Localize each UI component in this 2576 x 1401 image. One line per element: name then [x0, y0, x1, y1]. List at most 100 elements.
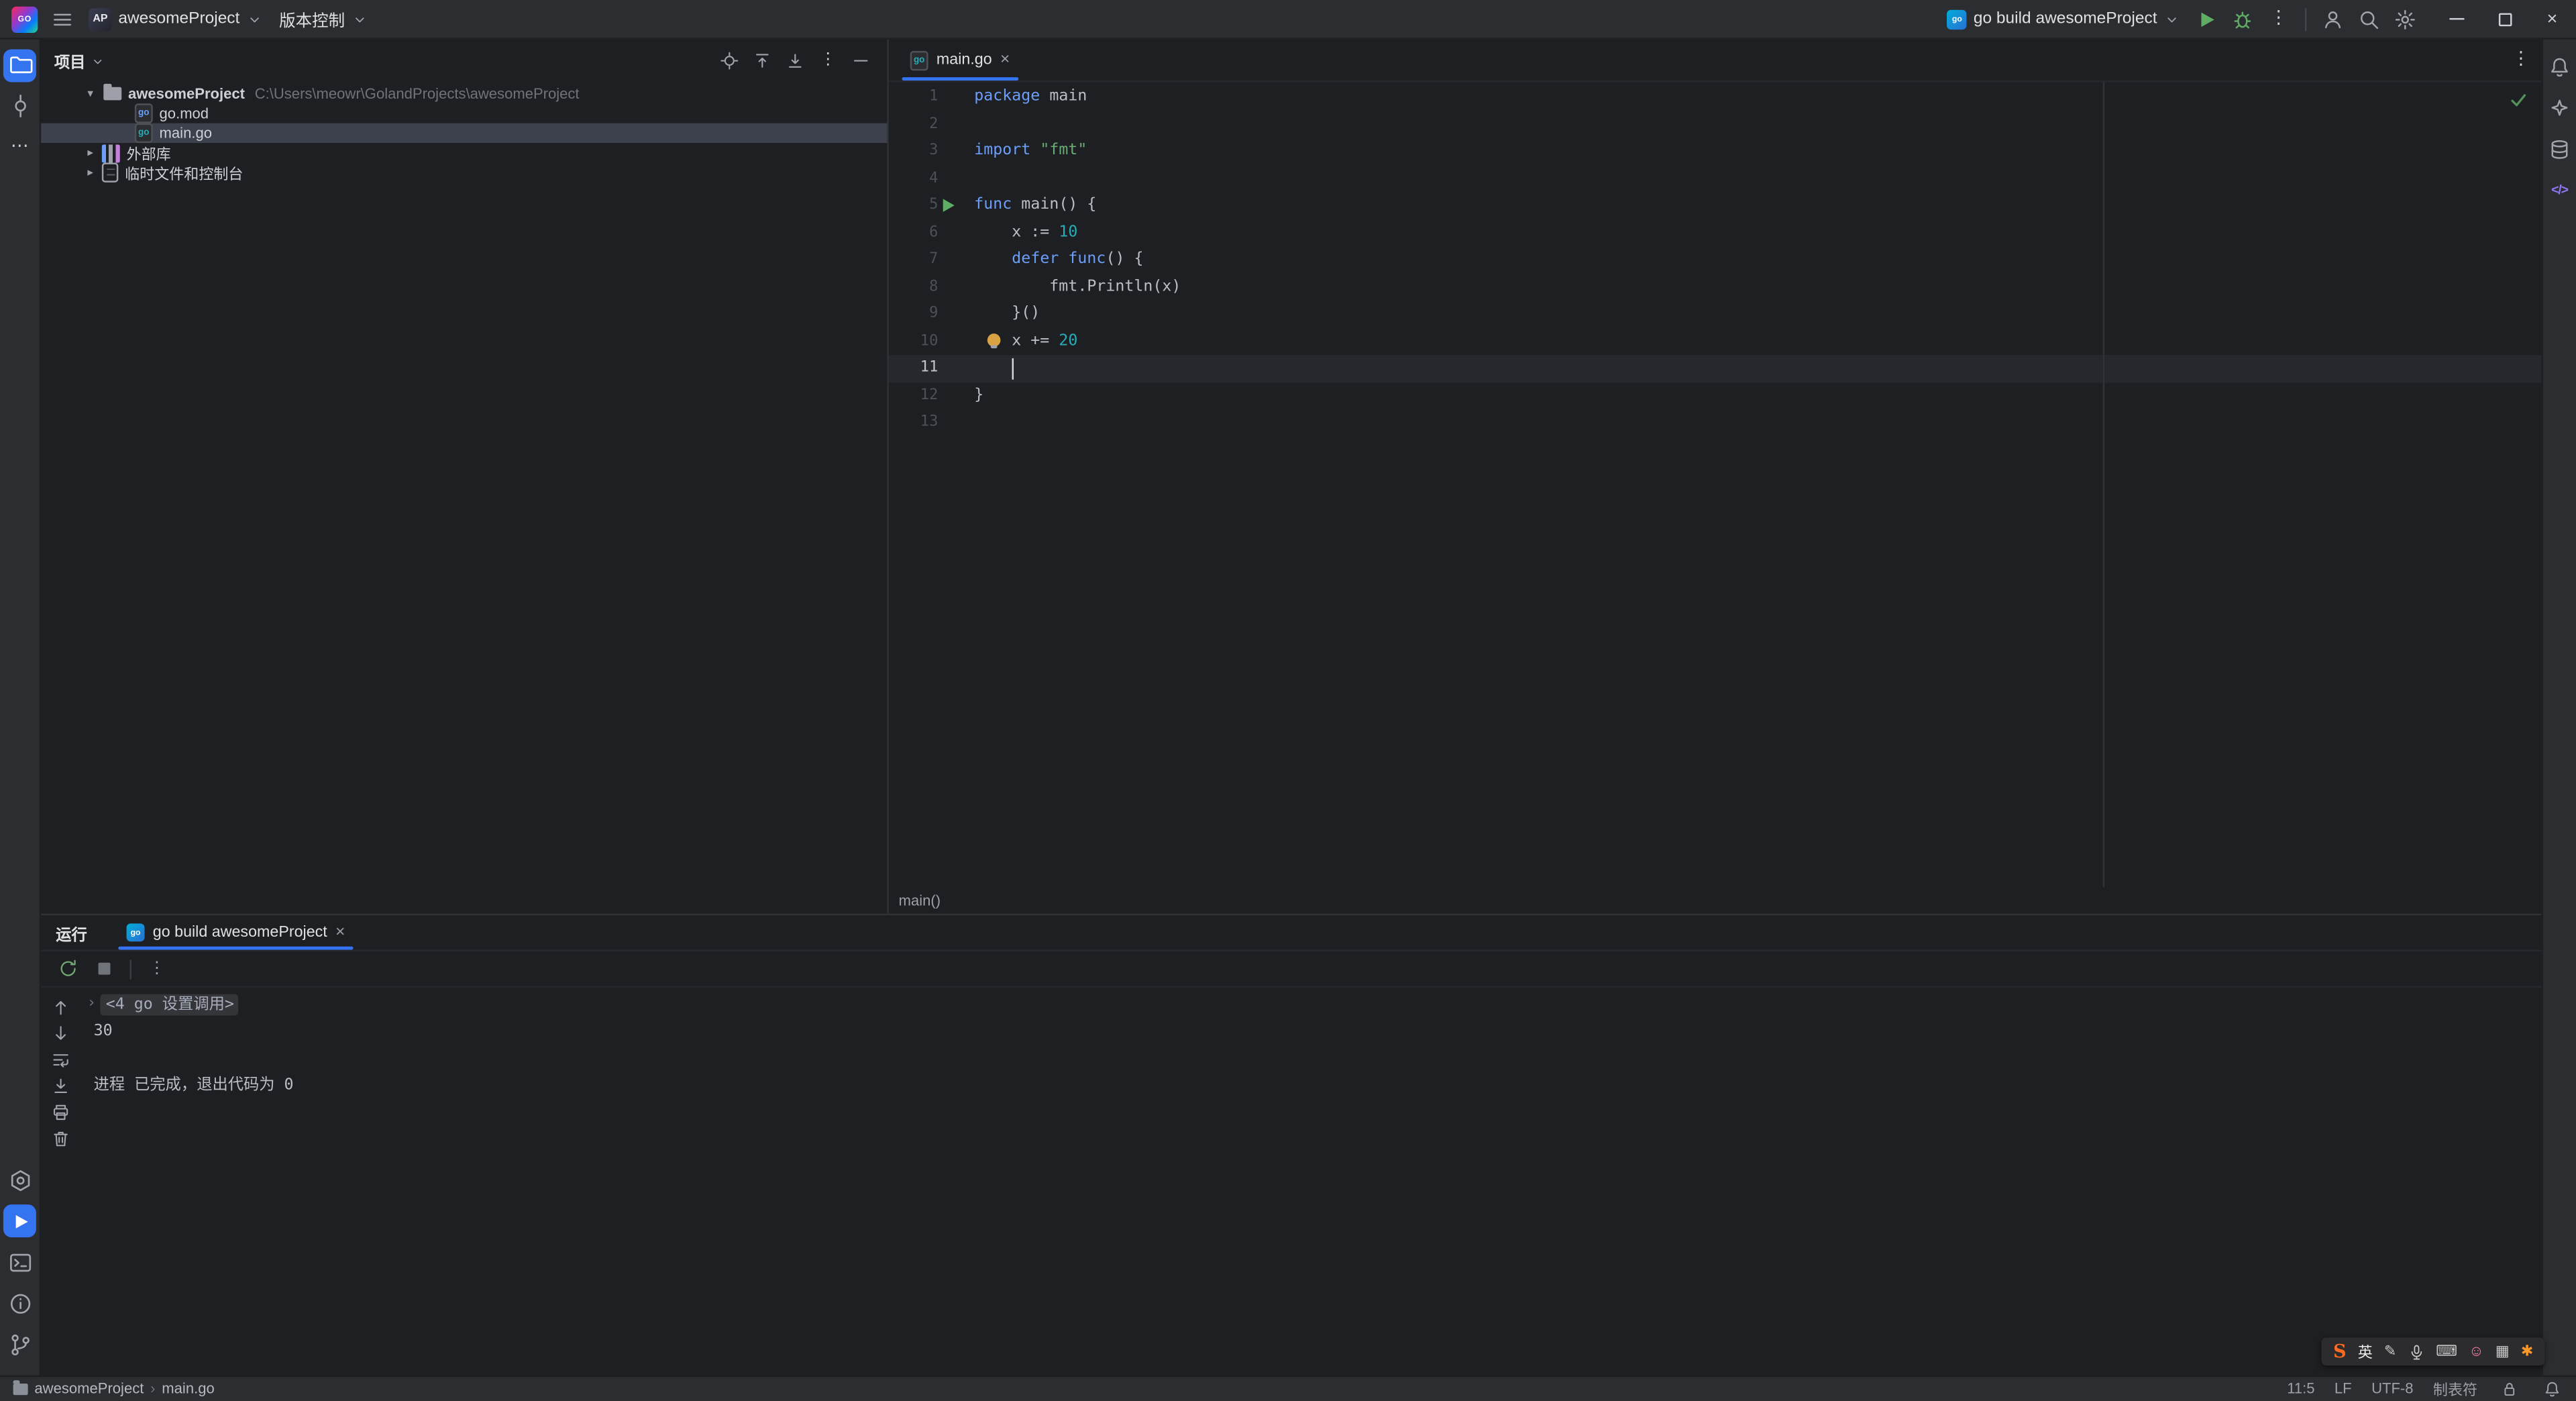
more-actions-button[interactable]: ⋮ — [2261, 3, 2297, 36]
prev-occurrence-button[interactable] — [48, 994, 74, 1019]
print-button[interactable] — [48, 1099, 74, 1124]
gutter-line[interactable]: 11 — [889, 355, 974, 382]
notifications-button[interactable] — [2540, 1377, 2563, 1400]
run-gutter-icon[interactable] — [943, 199, 955, 213]
maximize-button[interactable] — [2481, 0, 2528, 38]
breadcrumb-item[interactable]: main() — [899, 892, 941, 909]
code-line[interactable] — [974, 409, 2541, 436]
gutter-line[interactable]: 5 — [889, 193, 974, 219]
code-line[interactable]: } — [974, 382, 2541, 409]
tool-stripe-endpoints-button[interactable]: </> — [2543, 173, 2576, 206]
code-line[interactable]: fmt.Println(x) — [974, 274, 2541, 301]
expand-all-button[interactable] — [782, 48, 808, 74]
tool-stripe-services-button[interactable] — [3, 1163, 36, 1196]
gutter-line[interactable]: 4 — [889, 165, 974, 192]
scroll-to-end-button[interactable] — [48, 1073, 74, 1098]
console-more-button[interactable]: ⋮ — [143, 955, 171, 983]
line-separator-widget[interactable]: LF — [2334, 1380, 2352, 1396]
status-breadcrumb-project[interactable]: awesomeProject — [34, 1380, 144, 1396]
editor-tab-main-go[interactable]: go main.go × — [897, 40, 1023, 81]
run-config-selector[interactable]: go go build awesomeProject — [1939, 3, 2188, 36]
gutter-line[interactable]: 12 — [889, 382, 974, 409]
gutter-line[interactable]: 2 — [889, 111, 974, 138]
search-everywhere-button[interactable] — [2351, 3, 2387, 36]
code-line[interactable] — [974, 165, 2541, 192]
tool-stripe-project-button[interactable] — [3, 48, 36, 82]
settings-button[interactable] — [2387, 3, 2423, 36]
run-tab-go-build[interactable]: go go build awesomeProject × — [113, 915, 358, 950]
debug-button[interactable] — [2224, 3, 2261, 36]
collapse-all-button[interactable] — [749, 48, 775, 74]
code-line[interactable] — [974, 355, 2541, 382]
main-menu-button[interactable] — [44, 3, 80, 36]
gutter-line[interactable]: 3 — [889, 138, 974, 165]
tree-item-go.mod[interactable]: go go.mod — [41, 103, 887, 123]
gutter-line[interactable]: 6 — [889, 219, 974, 246]
tab-options-icon[interactable]: ⋮ — [2512, 50, 2530, 69]
code-editor[interactable]: 1 2 3 4 5 6 7 8 9 10 11 12 13 package main import "f… — [888, 82, 2542, 888]
project-panel-title[interactable]: 项目 — [54, 49, 105, 72]
panel-options-button[interactable]: ⋮ — [815, 48, 841, 74]
chevron-right-icon[interactable]: ▸ — [84, 146, 97, 159]
readonly-toggle[interactable] — [2497, 1377, 2520, 1400]
gutter-line[interactable]: 13 — [889, 409, 974, 436]
caret-position-widget[interactable]: 11:5 — [2287, 1380, 2314, 1396]
close-tab-icon[interactable]: × — [1000, 51, 1010, 68]
code-line[interactable] — [974, 111, 2541, 138]
gutter-line[interactable]: 8 — [889, 274, 974, 301]
hide-panel-button[interactable] — [848, 48, 874, 74]
user-account-button[interactable] — [2315, 3, 2351, 36]
tool-stripe-run-button[interactable] — [3, 1204, 36, 1238]
code-line[interactable]: import "fmt" — [974, 138, 2541, 165]
gutter-line[interactable]: 9 — [889, 301, 974, 327]
rerun-button[interactable] — [54, 955, 83, 983]
status-breadcrumb-file[interactable]: main.go — [162, 1380, 214, 1396]
tool-stripe-problems-button[interactable] — [3, 1287, 36, 1320]
code-line[interactable]: defer func() { — [974, 246, 2541, 273]
clear-all-button[interactable] — [48, 1126, 74, 1151]
tree-item-临时文件和控制台[interactable]: ▸ 临时文件和控制台 — [41, 162, 887, 183]
tool-stripe-database-button[interactable] — [2543, 132, 2576, 165]
code-line[interactable]: x += 20 — [974, 328, 2541, 355]
inspections-widget[interactable] — [2506, 89, 2532, 111]
toolbox-icon[interactable]: ▦ — [2496, 1343, 2510, 1359]
tool-stripe-notifications-button[interactable] — [2543, 50, 2576, 83]
tool-stripe-commit-button[interactable] — [3, 89, 36, 122]
tree-item-外部库[interactable]: ▸ 外部库 — [41, 143, 887, 162]
code-line[interactable]: }() — [974, 301, 2541, 327]
gutter-line[interactable]: 7 — [889, 246, 974, 273]
skin-icon[interactable]: ✱ — [2521, 1343, 2533, 1359]
code-line[interactable]: package main — [974, 84, 2541, 111]
fold-arrow-icon[interactable]: › — [87, 991, 96, 1018]
close-tab-icon[interactable]: × — [335, 923, 345, 941]
gutter-line[interactable]: 1 — [889, 84, 974, 111]
console-folded-region[interactable]: <4 go 设置调用> — [101, 994, 239, 1015]
next-occurrence-button[interactable] — [48, 1021, 74, 1045]
tool-stripe-git-button[interactable] — [3, 1328, 36, 1361]
tool-stripe-terminal-button[interactable] — [3, 1246, 36, 1279]
code-line[interactable]: x := 10 — [974, 219, 2541, 246]
emoji-icon[interactable]: ☺ — [2469, 1343, 2484, 1359]
locate-file-button[interactable] — [716, 48, 743, 74]
tree-item-main.go[interactable]: go main.go — [41, 123, 888, 144]
gutter-line[interactable]: 10 — [889, 328, 974, 355]
chevron-down-icon[interactable]: ▾ — [84, 87, 97, 100]
handwriting-icon[interactable]: ✎ — [2384, 1343, 2396, 1359]
ime-language-indicator[interactable]: 英 — [2358, 1341, 2373, 1362]
tool-stripe-more-button[interactable]: ⋯ — [3, 131, 36, 164]
keyboard-icon[interactable]: ⌨ — [2436, 1343, 2457, 1359]
tree-item-awesomeProject[interactable]: ▾ awesomeProject C:\Users\meowr\GolandProj… — [41, 83, 887, 103]
close-button[interactable]: × — [2528, 0, 2576, 38]
soft-wrap-button[interactable] — [48, 1047, 74, 1072]
tool-stripe-ai-button[interactable] — [2543, 91, 2576, 124]
minimize-button[interactable] — [2433, 0, 2481, 38]
sogou-logo-icon[interactable]: S — [2333, 1341, 2346, 1362]
microphone-icon[interactable] — [2408, 1343, 2424, 1359]
vcs-widget[interactable]: 版本控制 — [271, 3, 376, 36]
encoding-widget[interactable]: UTF-8 — [2371, 1380, 2413, 1396]
stop-button[interactable] — [91, 955, 119, 983]
run-button[interactable] — [2188, 3, 2224, 36]
indent-widget[interactable]: 制表符 — [2433, 1378, 2477, 1400]
chevron-right-icon[interactable]: ▸ — [84, 166, 97, 179]
project-widget[interactable]: AP awesomeProject — [80, 3, 271, 36]
